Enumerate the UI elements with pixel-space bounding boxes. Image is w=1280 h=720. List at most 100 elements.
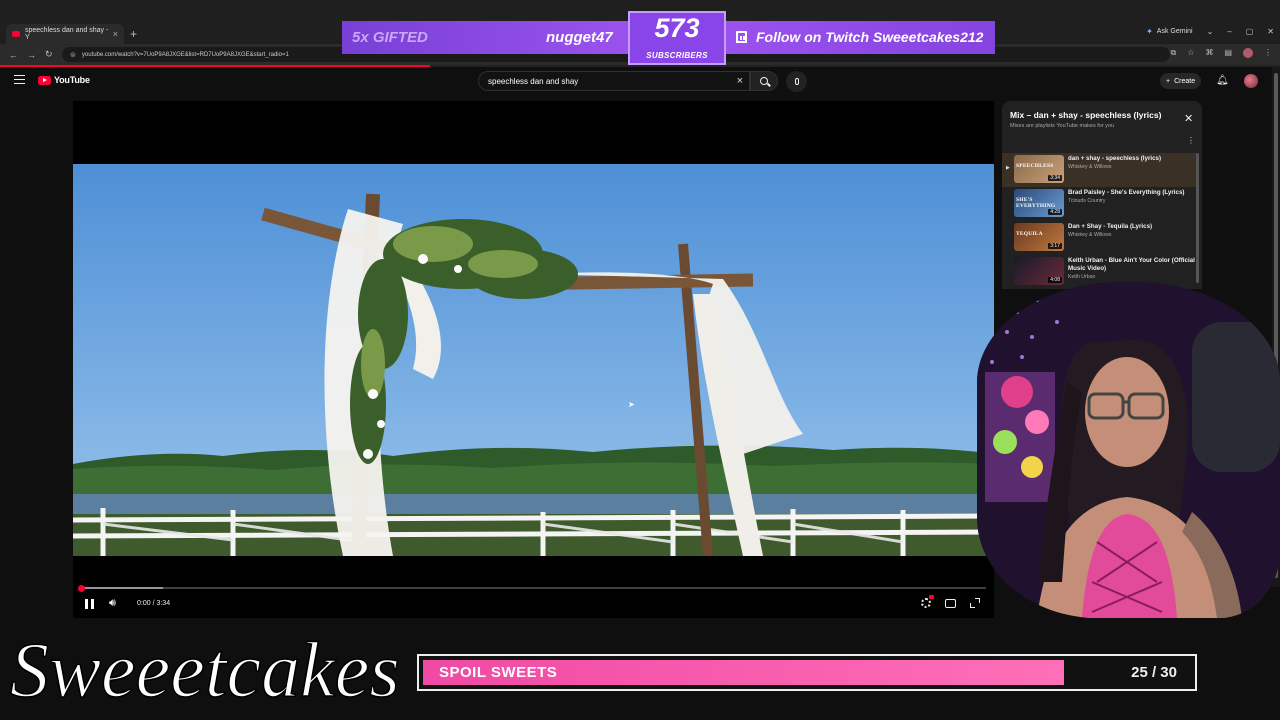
- time-display: 0:00 / 3:34: [137, 600, 171, 607]
- seek-knob[interactable]: [78, 584, 85, 592]
- minimize-icon[interactable]: –: [1227, 27, 1231, 36]
- clear-search-icon[interactable]: ×: [737, 75, 743, 87]
- item-title[interactable]: Brad Paisley - She's Everything (Lyrics): [1068, 189, 1196, 197]
- seek-bar[interactable]: [78, 584, 986, 592]
- item-channel[interactable]: Keith Urban: [1068, 274, 1196, 280]
- playlist-title[interactable]: Mix – dan + shay - speechless (lyrics): [1010, 110, 1161, 120]
- search-icon: [760, 77, 768, 85]
- item-meta: Brad Paisley - She's Everything (Lyrics)…: [1068, 189, 1196, 204]
- create-label: Create: [1174, 77, 1196, 85]
- video-player[interactable]: ➤ 🔊︎ 0:00 / 3:34: [73, 101, 994, 618]
- list-item[interactable]: SHE'S EVERYTHING 4:28 Brad Paisley - She's…: [1002, 187, 1198, 221]
- duration-badge: 3:34: [1048, 175, 1062, 181]
- item-channel[interactable]: 7clouds Country: [1068, 198, 1196, 204]
- streamer-webcam: [977, 282, 1280, 618]
- settings-gear-icon[interactable]: [921, 595, 934, 608]
- window-controls: ✦ Ask Gemini ⌄ – ▢ ✕: [1146, 27, 1274, 36]
- tab-search-icon[interactable]: ⌄: [1207, 27, 1214, 36]
- buffered-bar: [81, 587, 163, 589]
- item-channel[interactable]: Whiskey & Willows: [1068, 164, 1196, 170]
- item-meta: Keith Urban - Blue Ain't Your Color (Off…: [1068, 257, 1196, 280]
- tab-close-icon[interactable]: ×: [113, 29, 118, 39]
- maximize-icon[interactable]: ▢: [1246, 27, 1254, 36]
- brand-logo-art: Sweeetcakes: [9, 625, 400, 714]
- search-input[interactable]: speechless dan and shay ×: [478, 71, 750, 91]
- profile-avatar[interactable]: [1243, 48, 1253, 58]
- follow-text: Follow on Twitch Sweeetcakes212: [756, 29, 984, 45]
- notifications-bell-icon[interactable]: 🔔︎: [1216, 75, 1229, 86]
- new-tab-icon[interactable]: +: [130, 27, 137, 41]
- bookmark-star-icon[interactable]: ☆: [1187, 48, 1194, 58]
- video-thumbnail[interactable]: 4:08: [1014, 257, 1064, 285]
- follow-segment: Follow on Twitch Sweeetcakes212: [726, 21, 995, 54]
- back-icon[interactable]: ←: [9, 50, 18, 60]
- menu-icon[interactable]: [14, 75, 25, 84]
- youtube-logo[interactable]: YouTube: [38, 75, 90, 85]
- thumbnail-text: SPEECHLESS: [1016, 163, 1054, 169]
- create-button[interactable]: + Create: [1160, 73, 1202, 89]
- video-thumbnail[interactable]: SPEECHLESS 3:34: [1014, 155, 1064, 183]
- brand-logo: Sweeetcakes: [2, 612, 422, 720]
- volume-icon[interactable]: 🔊︎: [109, 597, 116, 610]
- toolbar-icons: ⧉ ☆ ⌘ ▤ ⋮: [1171, 48, 1272, 58]
- site-info-icon[interactable]: ⊜: [70, 51, 76, 59]
- gifter-name: nugget47: [546, 29, 613, 46]
- subscriber-counter: 573 SUBSCRIBERS: [628, 11, 726, 65]
- url-text: youtube.com/watch?v=7UoP9A8JXGE&list=RD7…: [81, 51, 289, 58]
- video-frame[interactable]: ➤: [73, 164, 994, 556]
- item-channel[interactable]: Whiskey & Willows: [1068, 232, 1196, 238]
- youtube-play-icon: [38, 75, 51, 85]
- gift-alert-segment: 5x GIFTED nugget47: [342, 21, 628, 54]
- duration-badge: 3:17: [1048, 243, 1062, 249]
- pause-icon: [85, 599, 88, 609]
- plus-icon: +: [1166, 77, 1171, 85]
- youtube-header: YouTube speechless dan and shay × + Crea…: [0, 67, 1272, 95]
- sub-goal-bar: SPOIL SWEETS 25 / 30: [417, 654, 1197, 691]
- item-title[interactable]: dan + shay - speechless (lyrics): [1068, 155, 1196, 163]
- window-close-icon[interactable]: ✕: [1267, 27, 1274, 36]
- video-scene: [73, 164, 994, 556]
- pause-button[interactable]: [85, 599, 94, 609]
- fullscreen-icon[interactable]: [970, 598, 980, 608]
- stream-screen: speechless dan and shay - Y × + ✦ Ask Ge…: [0, 0, 1280, 720]
- extensions-icon[interactable]: ⌘: [1205, 48, 1213, 58]
- gifted-text: 5x GIFTED: [352, 29, 428, 46]
- video-thumbnail[interactable]: SHE'S EVERYTHING 4:28: [1014, 189, 1064, 217]
- player-right-controls: [921, 595, 980, 608]
- brand-text: Sweeetcakes: [10, 626, 400, 713]
- item-meta: dan + shay - speechless (lyrics) Whiskey …: [1068, 155, 1196, 170]
- twitch-icon: [736, 31, 747, 43]
- gemini-sparkle-icon: ✦: [1146, 27, 1153, 36]
- more-options-icon[interactable]: ⋮: [1187, 136, 1195, 145]
- thumbnail-text: TEQUILA: [1016, 231, 1043, 237]
- sidebar-icon[interactable]: ▤: [1224, 48, 1232, 58]
- hd-badge-icon: [929, 595, 934, 599]
- item-title[interactable]: Keith Urban - Blue Ain't Your Color (Off…: [1068, 257, 1196, 273]
- list-item[interactable]: TEQUILA 3:17 Dan + Shay - Tequila (Lyrics)…: [1002, 221, 1198, 255]
- subscriber-label: SUBSCRIBERS: [646, 51, 708, 60]
- playlist-scrollbar[interactable]: [1196, 153, 1199, 283]
- theater-mode-icon[interactable]: [945, 598, 956, 608]
- forward-icon[interactable]: →: [27, 50, 36, 60]
- voice-search-button[interactable]: [786, 71, 807, 92]
- tab-title: speechless dan and shay - Y: [25, 27, 109, 41]
- youtube-favicon-icon: [12, 31, 20, 37]
- browser-menu-icon[interactable]: ⋮: [1264, 48, 1272, 58]
- search-button[interactable]: [750, 71, 778, 91]
- reload-icon[interactable]: ↻: [45, 49, 53, 60]
- duration-badge: 4:28: [1048, 209, 1062, 215]
- duration-badge: 4:08: [1048, 277, 1062, 283]
- close-icon[interactable]: ✕: [1184, 112, 1193, 125]
- install-icon[interactable]: ⧉: [1171, 48, 1177, 58]
- video-thumbnail[interactable]: TEQUILA 3:17: [1014, 223, 1064, 251]
- stream-alert-banner: 5x GIFTED nugget47 573 SUBSCRIBERS Follo…: [342, 11, 995, 65]
- avatar[interactable]: [1244, 74, 1258, 88]
- ask-gemini-button[interactable]: ✦ Ask Gemini: [1146, 27, 1193, 36]
- ask-gemini-label: Ask Gemini: [1156, 28, 1193, 35]
- now-playing-icon: ▶: [1006, 165, 1010, 171]
- item-title[interactable]: Dan + Shay - Tequila (Lyrics): [1068, 223, 1196, 231]
- playlist-subtitle: Mixes are playlists YouTube makes for yo…: [1010, 123, 1115, 129]
- youtube-logo-text: YouTube: [54, 75, 90, 85]
- browser-tab[interactable]: speechless dan and shay - Y ×: [6, 24, 124, 44]
- list-item[interactable]: ▶ SPEECHLESS 3:34 dan + shay - speechless (…: [1002, 153, 1198, 187]
